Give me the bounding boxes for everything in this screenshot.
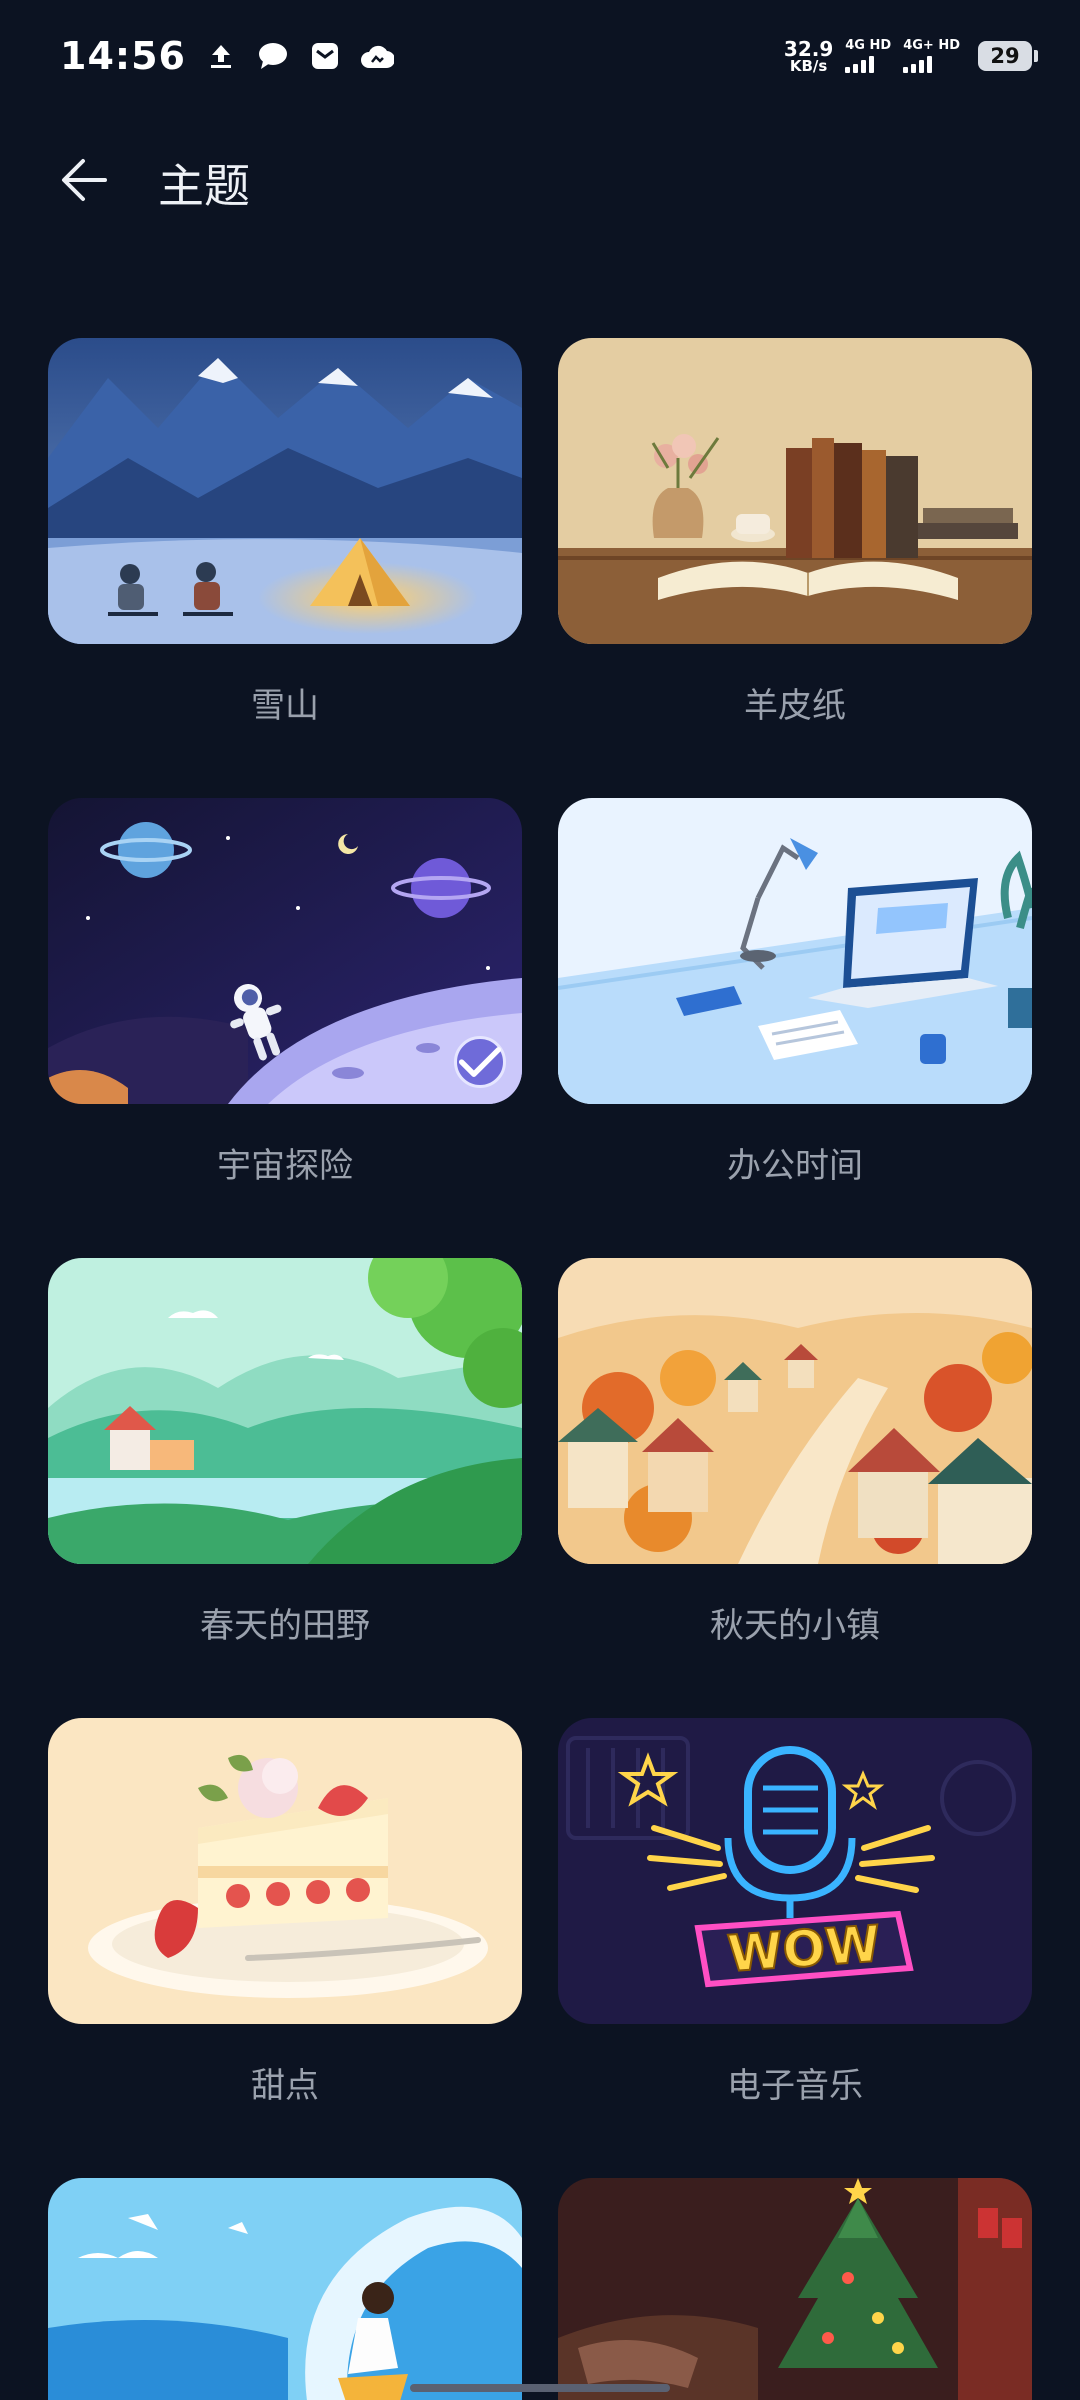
theme-card-surf[interactable] bbox=[48, 2178, 522, 2400]
mail-icon bbox=[308, 39, 342, 73]
cloud-icon bbox=[360, 39, 394, 73]
network-speed-value: 32.9 bbox=[783, 36, 834, 61]
wow-badge-text: WOW bbox=[726, 1915, 882, 1984]
theme-label: 办公时间 bbox=[727, 1146, 863, 1186]
status-right: 32.9 KB/s 4G HD 4G+ HD 29 bbox=[784, 39, 1038, 74]
home-indicator[interactable] bbox=[410, 2384, 670, 2392]
theme-label: 春天的田野 bbox=[200, 1606, 370, 1646]
autumn-town-illustration bbox=[558, 1258, 1032, 1564]
theme-label: 电子音乐 bbox=[727, 2066, 863, 2106]
back-button[interactable] bbox=[54, 154, 114, 206]
theme-label: 宇宙探险 bbox=[217, 1146, 353, 1186]
theme-card-spring-fields[interactable] bbox=[48, 1258, 522, 1564]
theme-card-parchment[interactable] bbox=[558, 338, 1032, 644]
status-bar: 14:56 32.9 KB/s 4G HD 4G+ HD 29 bbox=[0, 0, 1080, 112]
app-header: 主题 bbox=[0, 140, 1080, 220]
theme-card-office-time[interactable] bbox=[558, 798, 1032, 1104]
theme-label: 雪山 bbox=[251, 686, 319, 726]
spring-fields-illustration bbox=[48, 1258, 522, 1564]
signal-bars-icon bbox=[903, 55, 933, 73]
theme-card-snow-mountain[interactable] bbox=[48, 338, 522, 644]
page-title: 主题 bbox=[158, 159, 250, 213]
selected-check-icon bbox=[454, 1036, 506, 1088]
theme-card-dessert[interactable] bbox=[48, 1718, 522, 2024]
surf-illustration bbox=[48, 2178, 522, 2400]
theme-label: 甜点 bbox=[251, 2066, 319, 2106]
dessert-illustration bbox=[48, 1718, 522, 2024]
sim1-label: 4G HD bbox=[845, 38, 892, 53]
sim2-signal: 4G+ HD bbox=[903, 39, 960, 73]
battery-icon: 29 bbox=[978, 41, 1038, 71]
upload-icon bbox=[204, 39, 238, 73]
sim1-signal: 4G HD bbox=[845, 39, 891, 73]
theme-card-christmas[interactable] bbox=[558, 2178, 1032, 2400]
snow-mountain-illustration bbox=[48, 338, 522, 644]
theme-card-space-adventure[interactable] bbox=[48, 798, 522, 1104]
chat-bubble-icon bbox=[256, 39, 290, 73]
theme-label: 秋天的小镇 bbox=[710, 1606, 880, 1646]
status-time: 14:56 bbox=[60, 34, 186, 78]
theme-label: 羊皮纸 bbox=[744, 686, 846, 726]
arrow-left-icon bbox=[62, 159, 107, 201]
signal-bars-icon bbox=[845, 55, 875, 73]
network-speed: 32.9 KB/s bbox=[784, 39, 833, 74]
theme-card-electronic-music[interactable]: WOW bbox=[558, 1718, 1032, 2024]
christmas-illustration bbox=[558, 2178, 1032, 2400]
battery-level: 29 bbox=[990, 44, 1020, 68]
status-left: 14:56 bbox=[60, 34, 394, 78]
office-time-illustration bbox=[558, 798, 1032, 1104]
theme-card-autumn-town[interactable] bbox=[558, 1258, 1032, 1564]
sim2-label: 4G+ HD bbox=[903, 38, 960, 53]
network-speed-unit: KB/s bbox=[789, 56, 828, 75]
space-adventure-illustration bbox=[48, 798, 522, 1104]
electronic-music-illustration: WOW bbox=[558, 1718, 1032, 2024]
parchment-illustration bbox=[558, 338, 1032, 644]
